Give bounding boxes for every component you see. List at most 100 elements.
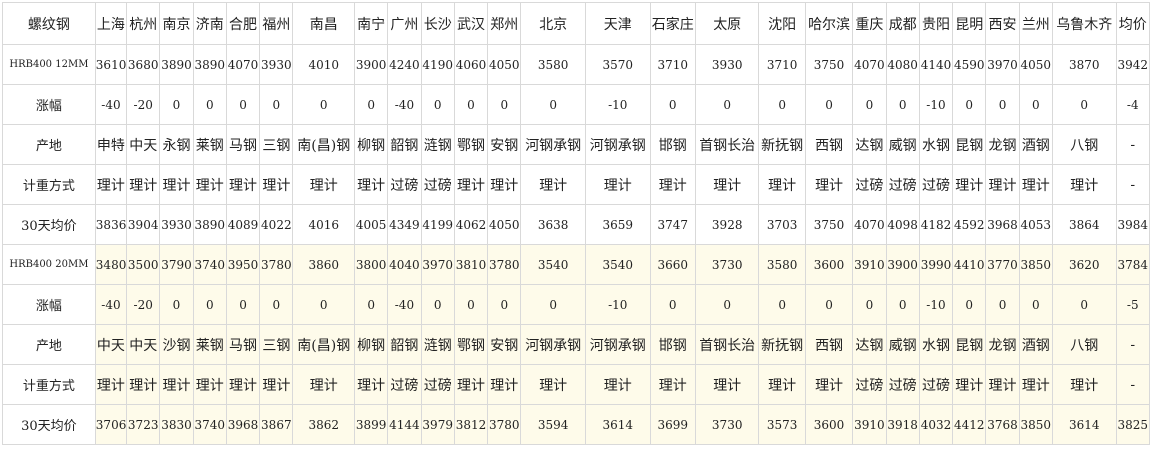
table-cell: 理计 [192, 364, 227, 405]
table-cell: 0 [259, 284, 294, 325]
table-cell: 0 [694, 284, 760, 325]
table-cell: 酒钢 [1018, 124, 1053, 165]
table-cell: 水钢 [918, 324, 954, 365]
table-cell: 3580 [520, 44, 586, 85]
table-cell: 3614 [584, 404, 651, 445]
table-row: 涨幅 -40 -20 0 0 0 0 0 0 -40 0 0 0 0 -10 0 0 0 0 0 0 -10 0 0 0 0 -5 [2, 284, 1150, 325]
table-cell: 马钢 [225, 324, 261, 365]
table-cell: 邯钢 [649, 324, 696, 365]
table-cell: 河钢承钢 [584, 124, 651, 165]
table-cell: 3950 [225, 244, 261, 285]
table-cell: 4053 [1018, 204, 1053, 245]
table-cell: 理计 [584, 364, 651, 405]
table-cell: 3860 [292, 244, 355, 285]
table-cell: 3984 [1115, 204, 1150, 245]
table-cell: 安钢 [487, 324, 522, 365]
header-city: 太原 [694, 2, 760, 45]
table-row: 30天均价 3836 3904 3930 3890 4089 4022 4016 4005 434… [2, 204, 1150, 245]
row-label: 涨幅 [2, 84, 96, 125]
table-cell: 3784 [1115, 244, 1150, 285]
table-cell: -20 [126, 284, 161, 325]
table-cell: 0 [453, 84, 489, 125]
table-cell: 韶钢 [387, 324, 422, 365]
table-cell: 4062 [453, 204, 489, 245]
table-cell: 鄂钢 [453, 324, 489, 365]
table-cell: 3979 [420, 404, 455, 445]
header-city: 昆明 [952, 2, 987, 45]
header-city: 福州 [259, 2, 294, 45]
table-cell: 理计 [952, 364, 987, 405]
table-cell: 0 [885, 84, 920, 125]
table-cell: -40 [94, 84, 128, 125]
table-cell: 3890 [192, 204, 227, 245]
table-cell: 龙钢 [985, 324, 1020, 365]
table-cell: 3899 [353, 404, 389, 445]
table-cell: -10 [918, 84, 954, 125]
table-cell: 3600 [804, 404, 854, 445]
table-cell: 3867 [259, 404, 294, 445]
table-cell: 0 [453, 284, 489, 325]
table-cell: -40 [387, 84, 422, 125]
table-cell: 理计 [225, 164, 261, 205]
table-cell: 过磅 [420, 164, 455, 205]
table-cell: 永钢 [159, 124, 194, 165]
table-cell: 3540 [584, 244, 651, 285]
table-row: 产地 中天 中天 沙钢 莱钢 马钢 三钢 南(昌)钢 柳钢 韶钢 涟钢 鄂钢 安钢 河钢承钢 河钢承钢 邯钢首… [2, 324, 1150, 365]
table-cell: 马钢 [225, 124, 261, 165]
table-cell: 3706 [94, 404, 128, 445]
table-cell: 4060 [453, 44, 489, 85]
table-cell: 水钢 [918, 124, 954, 165]
table-cell: 申特 [94, 124, 128, 165]
table-cell: 0 [487, 84, 522, 125]
table-cell: 0 [885, 284, 920, 325]
table-cell: 过磅 [387, 164, 422, 205]
table-cell: 0 [758, 84, 806, 125]
table-cell: 3790 [159, 244, 194, 285]
table-cell: 八钢 [1051, 124, 1117, 165]
table-cell: 3930 [159, 204, 194, 245]
table-cell: 过磅 [387, 364, 422, 405]
table-cell: -10 [918, 284, 954, 325]
table-cell: 3990 [918, 244, 954, 285]
table-cell: 首钢长治 [694, 124, 760, 165]
table-cell: 3812 [453, 404, 489, 445]
table-cell: 3800 [353, 244, 389, 285]
table-cell: 达钢 [852, 124, 887, 165]
table-cell: 涟钢 [420, 124, 455, 165]
table-cell: 过磅 [885, 364, 920, 405]
table-cell: 新抚钢 [758, 124, 806, 165]
table-cell: 3870 [1051, 44, 1117, 85]
table-cell: 3660 [649, 244, 696, 285]
table-cell: 理计 [225, 364, 261, 405]
table-cell: 理计 [259, 364, 294, 405]
table-cell: 理计 [126, 364, 161, 405]
table-cell: 3970 [985, 44, 1020, 85]
header-city: 南昌 [292, 2, 355, 45]
table-cell: 3570 [584, 44, 651, 85]
header-product: 螺纹钢 [2, 2, 96, 45]
table-cell: 3659 [584, 204, 651, 245]
table-cell: 4005 [353, 204, 389, 245]
header-city: 广州 [387, 2, 422, 45]
table-cell: 过磅 [852, 164, 887, 205]
table-cell: 4410 [952, 244, 987, 285]
table-cell: - [1115, 364, 1150, 405]
table-cell: 0 [852, 84, 887, 125]
table-cell: 理计 [520, 164, 586, 205]
table-row: 计重方式 理计 理计 理计 理计 理计 理计 理计 理计 过磅 过磅 理计 理计 理计 理计 理计 理计 理计 理计… [2, 364, 1150, 405]
table-cell: 理计 [694, 364, 760, 405]
table-cell: 4590 [952, 44, 987, 85]
table-cell: 4080 [885, 44, 920, 85]
row-label: HRB400 20MM [2, 244, 96, 285]
table-cell: 3850 [1018, 244, 1053, 285]
table-cell: 3573 [758, 404, 806, 445]
table-cell: 昆钢 [952, 324, 987, 365]
table-cell: 3770 [985, 244, 1020, 285]
header-city: 南京 [159, 2, 194, 45]
table-cell: 0 [225, 284, 261, 325]
table-cell: 0 [159, 284, 194, 325]
table-cell: 4032 [918, 404, 954, 445]
table-cell: 三钢 [259, 124, 294, 165]
table-cell: 理计 [758, 164, 806, 205]
table-cell: 0 [649, 284, 696, 325]
